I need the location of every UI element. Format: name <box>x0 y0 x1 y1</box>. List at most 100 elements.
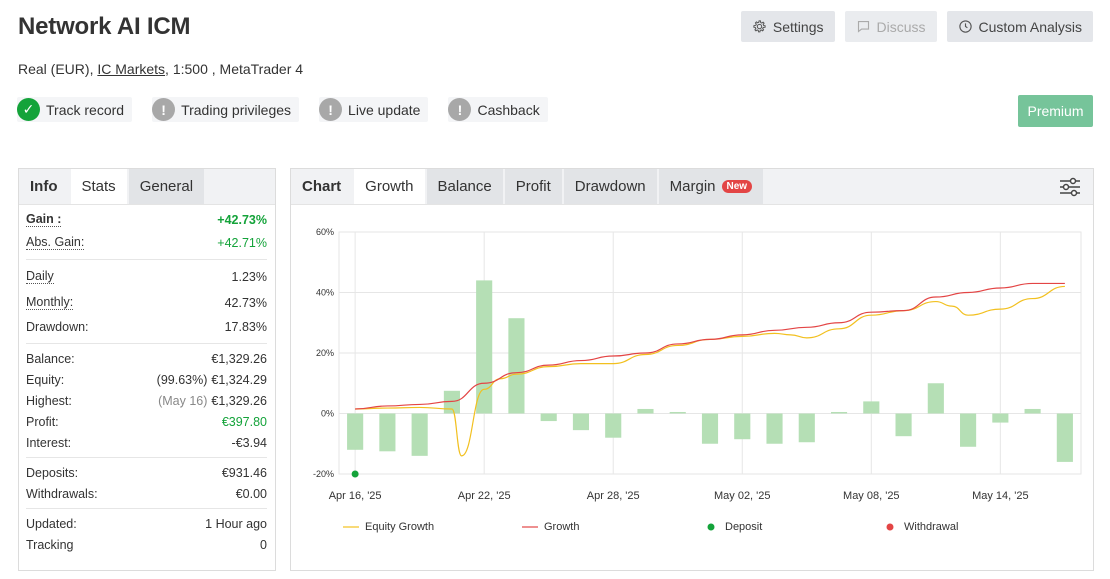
badge-trading-privileges[interactable]: ! Trading privileges <box>152 97 300 122</box>
highest-date: (May 16) <box>158 393 208 408</box>
stat-profit: Profit: €397.80 <box>26 414 267 429</box>
y-tick-label: 20% <box>316 348 334 358</box>
growth-bar <box>669 411 686 414</box>
legend-equity-growth[interactable]: Equity Growth <box>343 521 434 533</box>
account-info: Real (EUR), IC Markets, 1:500 , MetaTrad… <box>18 61 303 77</box>
tab-info[interactable]: Info <box>19 169 69 204</box>
legend-withdrawal[interactable]: Withdrawal <box>886 521 958 533</box>
stat-balance: Balance: €1,329.26 <box>26 351 267 366</box>
growth-bar <box>960 413 977 447</box>
y-tick-label: 0% <box>321 409 334 419</box>
badge-track-record[interactable]: ✓ Track record <box>17 97 133 122</box>
growth-chart: -20% 0% 20% 40% 60% Apr 16, '25 Apr 22, '25 Apr… <box>291 205 1093 570</box>
stat-highest: Highest: (May 16) €1,329.26 <box>26 393 267 408</box>
discuss-button[interactable]: Discuss <box>844 11 937 42</box>
growth-bar <box>895 413 912 437</box>
new-badge: New <box>721 180 753 193</box>
stat-daily: Daily 1.23% <box>26 269 267 284</box>
chart-heading: Chart <box>291 169 353 204</box>
growth-bar <box>508 318 525 414</box>
growth-line <box>355 282 1065 410</box>
stat-updated: Updated: 1 Hour ago <box>26 516 267 531</box>
stat-monthly: Monthly: 42.73% <box>26 294 267 310</box>
legend-line-icon <box>522 526 538 528</box>
badge-live-update[interactable]: ! Live update <box>319 97 429 122</box>
gear-icon <box>753 20 766 33</box>
badge-cashback[interactable]: ! Cashback <box>448 97 548 122</box>
tab-profit[interactable]: Profit <box>504 169 562 204</box>
sliders-icon <box>1060 177 1080 197</box>
settings-button[interactable]: Settings <box>740 11 835 42</box>
clock-icon <box>958 20 972 33</box>
growth-bar <box>411 413 428 456</box>
growth-bar <box>347 413 364 450</box>
broker-link[interactable]: IC Markets <box>97 61 165 77</box>
exclamation-icon: ! <box>448 98 472 121</box>
chart-panel: Chart Growth Balance Profit Drawdown Mar… <box>290 168 1094 571</box>
divider <box>26 457 267 458</box>
badges-row: ✓ Track record ! Trading privileges ! Li… <box>17 97 548 122</box>
discuss-label: Discuss <box>876 18 926 35</box>
stats-panel: Info Stats General Gain : +42.73% Abs. G… <box>18 168 276 571</box>
badge-label: Track record <box>46 101 125 118</box>
growth-bar <box>1056 413 1073 462</box>
growth-bar <box>992 413 1009 423</box>
x-tick-label: Apr 16, '25 <box>329 490 382 502</box>
check-icon: ✓ <box>17 98 40 121</box>
legend-growth[interactable]: Growth <box>522 521 579 533</box>
divider <box>26 508 267 509</box>
legend-line-icon <box>343 526 359 528</box>
growth-bar <box>734 413 751 440</box>
custom-analysis-button[interactable]: Custom Analysis <box>946 11 1093 42</box>
page-title: Network AI ICM <box>18 13 191 40</box>
stat-tracking: Tracking 0 <box>26 537 267 552</box>
settings-label: Settings <box>772 18 824 35</box>
exclamation-icon: ! <box>152 98 176 121</box>
legend-dot-icon <box>707 523 715 531</box>
growth-bar <box>798 413 815 443</box>
growth-bar <box>605 413 622 438</box>
badge-label: Trading privileges <box>181 101 292 118</box>
chart-settings-button[interactable] <box>1059 177 1081 202</box>
growth-bar <box>1024 408 1041 414</box>
growth-bar <box>637 408 654 414</box>
stats-list: Gain : +42.73% Abs. Gain: +42.71% Daily … <box>19 205 275 555</box>
growth-bar <box>379 413 396 452</box>
growth-bar <box>927 383 944 414</box>
stat-interest: Interest: -€3.94 <box>26 435 267 450</box>
custom-analysis-label: Custom Analysis <box>978 18 1082 35</box>
stat-equity: Equity: (99.63%) €1,324.29 <box>26 372 267 387</box>
y-tick-label: 60% <box>316 227 334 237</box>
growth-bar <box>540 413 557 422</box>
growth-chart-svg: -20% 0% 20% 40% 60% Apr 16, '25 Apr 22, '25 Apr… <box>313 227 1082 502</box>
tab-drawdown[interactable]: Drawdown <box>563 169 657 204</box>
top-actions: Settings Discuss Custom Analysis <box>740 11 1093 42</box>
exclamation-icon: ! <box>319 98 343 121</box>
tab-margin-label: Margin <box>669 178 716 195</box>
tab-stats[interactable]: Stats <box>70 169 127 204</box>
tab-growth[interactable]: Growth <box>354 169 425 204</box>
stats-tabs: Info Stats General <box>19 169 275 205</box>
tab-margin[interactable]: Margin New <box>658 169 764 204</box>
growth-bar <box>863 401 880 414</box>
tab-general[interactable]: General <box>128 169 205 204</box>
leverage-platform: , 1:500 , MetaTrader 4 <box>165 61 304 77</box>
tab-balance[interactable]: Balance <box>426 169 503 204</box>
growth-bar <box>476 280 493 414</box>
legend-deposit[interactable]: Deposit <box>707 521 762 533</box>
growth-bar <box>766 413 783 444</box>
chart-legend: Equity Growth Growth Deposit Withdrawal <box>291 521 1093 535</box>
stat-deposits: Deposits: €931.46 <box>26 465 267 480</box>
x-tick-label: May 14, '25 <box>972 490 1029 502</box>
x-tick-label: May 02, '25 <box>714 490 771 502</box>
premium-button[interactable]: Premium <box>1018 95 1093 127</box>
x-tick-label: May 08, '25 <box>843 490 900 502</box>
stat-withdrawals: Withdrawals: €0.00 <box>26 486 267 501</box>
growth-bar <box>830 411 848 414</box>
deposit-point <box>351 470 359 478</box>
account-type: Real (EUR), <box>18 61 94 77</box>
legend-dot-icon <box>886 523 894 531</box>
badge-label: Live update <box>348 101 421 118</box>
x-tick-label: Apr 22, '25 <box>458 490 511 502</box>
divider <box>26 259 267 260</box>
